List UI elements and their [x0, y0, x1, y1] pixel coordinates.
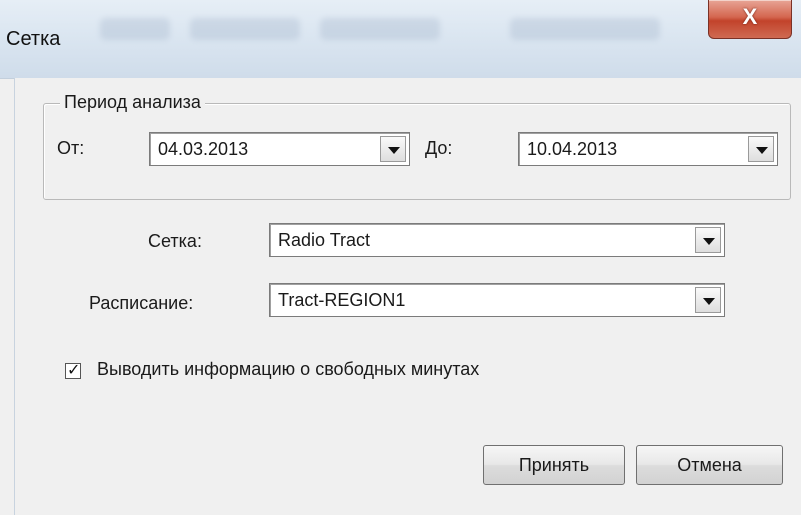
- schedule-label: Расписание:: [89, 293, 194, 313]
- to-date-select[interactable]: 10.04.2013: [518, 132, 778, 166]
- free-minutes-label[interactable]: Выводить информацию о свободных минутах: [97, 359, 479, 380]
- grid-select[interactable]: Radio Tract: [269, 223, 725, 257]
- cancel-button[interactable]: Отмена: [636, 445, 783, 485]
- grid-label: Сетка:: [148, 231, 202, 251]
- chevron-down-icon[interactable]: [695, 227, 721, 253]
- title-bar: Сетка X: [0, 0, 801, 79]
- close-icon: X: [742, 4, 758, 29]
- chevron-down-icon[interactable]: [380, 136, 406, 162]
- window-title: Сетка: [6, 28, 61, 50]
- from-date-select[interactable]: 04.03.2013: [149, 132, 410, 166]
- to-date-value: 10.04.2013: [527, 139, 618, 159]
- chevron-down-icon[interactable]: [695, 287, 721, 313]
- grid-value: Radio Tract: [278, 230, 371, 250]
- period-legend: Период анализа: [60, 92, 205, 113]
- checkmark-icon: ✓: [67, 362, 81, 379]
- schedule-value: Tract-REGION1: [278, 290, 406, 310]
- to-label: До:: [425, 138, 453, 158]
- chevron-down-icon[interactable]: [748, 136, 774, 162]
- accept-button[interactable]: Принять: [483, 445, 625, 485]
- free-minutes-checkbox[interactable]: ✓: [65, 362, 81, 379]
- schedule-select[interactable]: Tract-REGION1: [269, 283, 725, 317]
- close-button[interactable]: X: [708, 0, 792, 39]
- from-label: От:: [57, 138, 85, 158]
- dialog-body: Период анализа От: 04.03.2013 До: 10.04.…: [14, 78, 801, 515]
- from-date-value: 04.03.2013: [158, 139, 249, 159]
